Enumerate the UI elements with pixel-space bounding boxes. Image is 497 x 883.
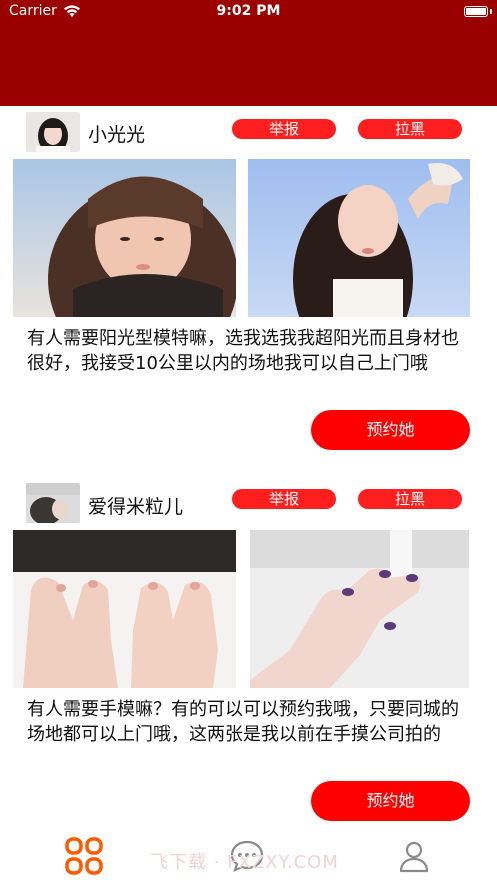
book-button[interactable]: 预约她 [311,781,470,821]
post-photo[interactable] [13,159,236,317]
battery-icon [464,6,488,17]
report-button[interactable]: 举报 [232,119,336,139]
report-button[interactable]: 举报 [232,489,336,509]
block-button[interactable]: 拉黑 [358,489,462,509]
avatar[interactable] [26,112,80,152]
tab-home[interactable] [62,834,106,878]
avatar[interactable] [26,483,80,523]
grid-icon [65,837,103,875]
clock: 9:02 PM [216,3,281,19]
profile-icon [399,841,429,873]
watermark: 飞下载 · FXZXY.COM [150,852,339,873]
username[interactable]: 小光光 [88,120,145,147]
tab-profile[interactable] [392,834,436,878]
post-text: 有人需要阳光型模特嘛，选我选我我超阳光而且身材也很好，我接受10公里以内的场地我… [27,328,459,374]
block-button[interactable]: 拉黑 [358,119,462,139]
post-text: 有人需要手模嘛？有的可以可以预约我哦，只要同城的场地都可以上门哦，这两张是我以前… [27,699,459,745]
username[interactable]: 爱得米粒儿 [88,492,183,519]
book-button[interactable]: 预约她 [311,410,470,450]
post-photo[interactable] [248,159,470,317]
post-photo[interactable] [250,530,469,688]
header-bar: Carrier 9:02 PM [0,0,497,106]
post-photo[interactable] [13,530,236,688]
